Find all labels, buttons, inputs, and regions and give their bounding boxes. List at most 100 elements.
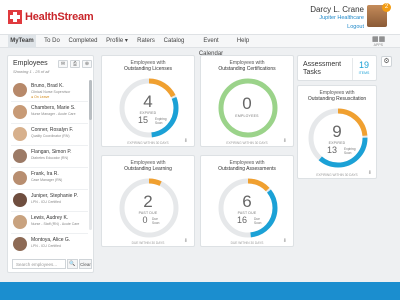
employee-name: Bruno, Brad K. — [31, 83, 64, 89]
apps-label: APPS — [373, 43, 383, 47]
employee-name: Flangan, Simon P. — [31, 149, 72, 155]
nav-help[interactable]: Help — [236, 35, 250, 48]
expiring-label-2: Soon — [155, 121, 163, 125]
brand-logo[interactable]: HealthStream — [8, 10, 94, 24]
list-item[interactable]: Chambers, Marie S. Nurse Manager - Acute… — [11, 102, 88, 124]
list-item[interactable]: Conner, Rosalyn F. Quality Coordinator (… — [11, 124, 88, 146]
assessments-card[interactable]: Employees with Outstanding Assessments 6 … — [200, 155, 294, 247]
nav-event-calendar[interactable]: Event Calendar — [192, 35, 230, 57]
employee-list-scrollbar[interactable] — [89, 80, 92, 230]
due-soon-label: Due Soon — [152, 217, 159, 225]
nav-catalog[interactable]: Catalog — [162, 35, 186, 48]
download-icon[interactable]: ⬇ — [368, 170, 372, 176]
card-heading: Employees with Outstanding Resuscitation — [298, 90, 376, 102]
scrollbar-thumb[interactable] — [89, 80, 92, 120]
download-icon[interactable]: ⬇ — [283, 238, 287, 244]
nav-profile[interactable]: Profile ▾ — [104, 35, 130, 48]
past-due-count: 6 — [242, 192, 252, 211]
list-item[interactable]: Flangan, Simon P. Diabetes Educator (RN) — [11, 146, 88, 168]
employees-title: Employees — [13, 60, 48, 67]
employee-title: Diabetes Educator (RN) — [31, 156, 69, 160]
employees-count: Showing 1 - 25 of all — [13, 69, 50, 74]
avatar — [13, 237, 27, 251]
assessment-title-line2: Tasks — [303, 69, 321, 76]
expiring-count: 15 — [137, 115, 148, 125]
employee-name: Conner, Rosalyn F. — [31, 127, 74, 133]
notification-badge[interactable]: 2 — [382, 3, 391, 12]
avatar — [13, 171, 27, 185]
gear-icon[interactable]: ⚙ — [381, 56, 392, 67]
list-item[interactable]: Frank, Ira R. Case Manager (RN) — [11, 168, 88, 190]
learning-card[interactable]: Employees with Outstanding Learning 2 PAS… — [101, 155, 195, 247]
due-soon-label: Due Soon — [254, 217, 261, 225]
expired-count: 4 — [143, 92, 153, 111]
card-footer: DUE WITHIN 30 DAYS — [131, 241, 165, 245]
download-icon[interactable]: ⬇ — [184, 238, 188, 244]
past-due-count: 2 — [143, 192, 153, 211]
employee-title: Nurse Manager - Acute Care — [31, 112, 76, 116]
resuscitation-card[interactable]: Employees with Outstanding Resuscitation … — [297, 85, 377, 179]
due-soon-count: 16 — [236, 215, 247, 225]
assessment-title-line1: Assessment — [303, 61, 342, 68]
list-item[interactable]: Lewis, Audrey K. Nurse - Staff (RN) - Ac… — [11, 212, 88, 234]
expiring-label: Expiring Soon — [344, 147, 356, 155]
avatar — [13, 83, 27, 97]
user-name: Darcy L. Crane — [310, 5, 364, 14]
avatar — [13, 193, 27, 207]
employee-status: ● On Leave — [31, 95, 50, 99]
expired-count: 9 — [332, 122, 342, 141]
card-footer: DUE WITHIN 30 DAYS — [230, 241, 264, 245]
search-button[interactable]: 🔍 — [67, 259, 78, 269]
assessment-count: 19 — [358, 60, 369, 70]
clear-button[interactable]: Clear — [79, 259, 92, 269]
due-soon-count: 0 — [142, 215, 148, 225]
card-heading: Employees with Outstanding Certifications — [201, 60, 293, 72]
certifications-card[interactable]: Employees with Outstanding Certifications… — [200, 55, 294, 147]
employee-name: Juniper, Stephanie P. — [31, 193, 78, 199]
employee-title: Clinical Nurse Supervisor — [31, 90, 71, 94]
avatar — [13, 127, 27, 141]
card-footer: EXPIRING WITHIN 30 DAYS — [316, 173, 358, 177]
page-footer-bar — [0, 282, 400, 300]
expiring-label: Expiring Soon — [155, 117, 167, 125]
licenses-card[interactable]: Employees with Outstanding Licenses 4 EXP… — [101, 55, 195, 147]
employee-name: Montoya, Alice G. — [31, 237, 71, 243]
employee-search-input[interactable]: Search employees... — [12, 259, 66, 269]
card-footer: EXPIRING WITHIN 30 DAYS — [226, 141, 268, 145]
due-soon-label-2: Soon — [254, 221, 262, 225]
employee-name: Lewis, Audrey K. — [31, 215, 69, 221]
list-item[interactable]: Juniper, Stephanie P. LPN - ICU Certifie… — [11, 190, 88, 212]
top-header: HealthStream Darcy L. Crane Jupiter Heal… — [0, 0, 400, 34]
card-footer: EXPIRING WITHIN 30 DAYS — [127, 141, 169, 145]
card-heading: Employees with Outstanding Learning — [102, 160, 194, 172]
card-subject: Outstanding Learning — [124, 166, 172, 172]
user-info: Darcy L. Crane Jupiter Healthcare Logout — [310, 5, 364, 32]
employees-panel: Employees Showing 1 - 25 of all ✉ ⎙ ⊛ Br… — [7, 55, 94, 273]
nav-raters[interactable]: Raters — [136, 35, 156, 48]
nav-myteam[interactable]: MyTeam — [8, 35, 36, 48]
card-subject: Outstanding Certifications — [218, 66, 276, 72]
user-org-link[interactable]: Jupiter Healthcare — [310, 14, 364, 23]
card-heading: Employees with Outstanding Assessments — [201, 160, 293, 172]
list-item[interactable]: Bruno, Brad K. Clinical Nurse Supervisor… — [11, 80, 88, 102]
list-item[interactable]: Montoya, Alice G. LPN - ICU Certified — [11, 234, 88, 256]
employees-count: 0 — [242, 94, 252, 113]
employee-title: Nurse - Staff (RN) - Acute Care — [31, 222, 80, 226]
nav-completed[interactable]: Completed — [68, 35, 98, 48]
email-icon[interactable]: ✉ — [58, 60, 68, 68]
card-subject: Outstanding Resuscitation — [307, 96, 367, 102]
logout-link[interactable]: Logout — [310, 23, 364, 32]
card-heading: Employees with Outstanding Licenses — [102, 60, 194, 72]
expiring-label-2: Soon — [344, 151, 352, 155]
employee-title: LPN - ICU Certified — [31, 200, 61, 204]
avatar — [13, 149, 27, 163]
assessment-tasks-panel[interactable]: Assessment Tasks 19 ITEMS — [297, 55, 377, 81]
print-icon[interactable]: ⎙ — [70, 60, 80, 68]
brand-name: HealthStream — [25, 11, 94, 23]
nav-todo[interactable]: To Do — [40, 35, 64, 48]
hierarchy-icon[interactable]: ⊛ — [82, 60, 92, 68]
download-icon[interactable]: ⬇ — [184, 138, 188, 144]
assessment-count-label: ITEMS — [358, 71, 370, 75]
expiring-count: 13 — [326, 145, 337, 155]
download-icon[interactable]: ⬇ — [283, 138, 287, 144]
